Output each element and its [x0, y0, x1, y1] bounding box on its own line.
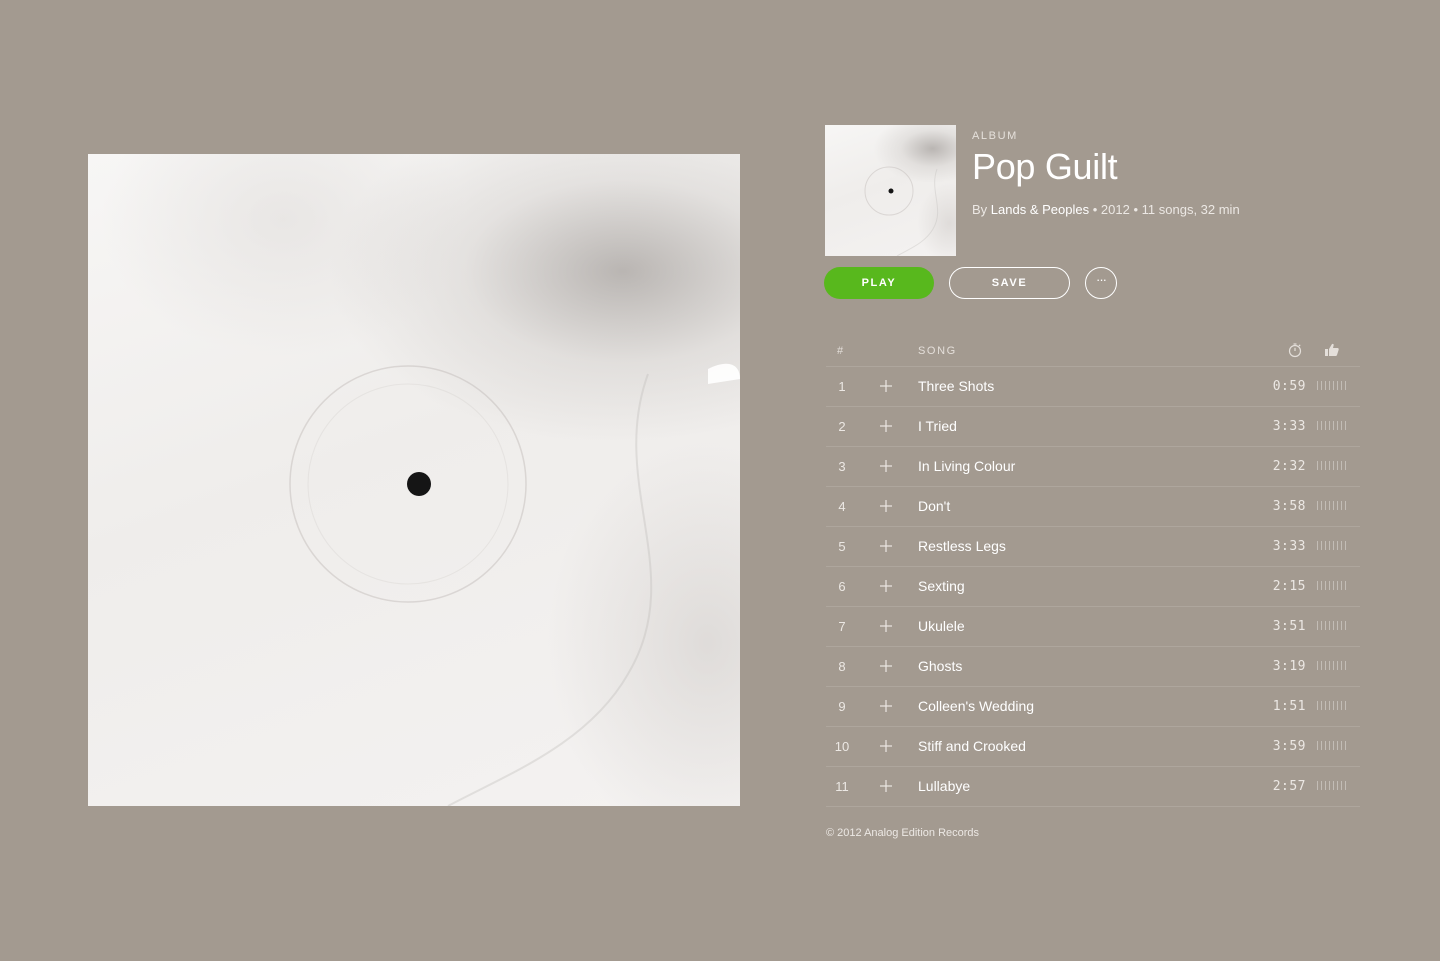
track-row[interactable]: 3 In Living Colour 2:32 — [826, 447, 1360, 487]
add-to-playlist-icon[interactable] — [876, 536, 896, 556]
track-title[interactable]: Ghosts — [918, 658, 962, 674]
album-summary: 11 songs, 32 min — [1141, 202, 1240, 217]
track-row[interactable]: 7 Ukulele 3:51 — [826, 607, 1360, 647]
popularity-meter — [1317, 781, 1346, 790]
track-row[interactable]: 1 Three Shots 0:59 — [826, 367, 1360, 407]
track-row[interactable]: 6 Sexting 2:15 — [826, 567, 1360, 607]
track-title[interactable]: Don't — [918, 498, 950, 514]
save-button[interactable]: SAVE — [949, 267, 1070, 299]
add-to-playlist-icon[interactable] — [876, 456, 896, 476]
track-duration: 3:59 — [1272, 739, 1306, 754]
track-duration: 3:33 — [1272, 419, 1306, 434]
track-row[interactable]: 5 Restless Legs 3:33 — [826, 527, 1360, 567]
track-duration: 2:57 — [1272, 779, 1306, 794]
album-title: Pop Guilt — [972, 146, 1118, 187]
track-title[interactable]: I Tried — [918, 418, 957, 434]
popularity-meter — [1317, 421, 1346, 430]
track-duration: 3:51 — [1272, 619, 1306, 634]
meta-separator: • — [1133, 202, 1139, 217]
track-number: 11 — [835, 779, 849, 794]
release-year: 2012 — [1100, 202, 1130, 217]
album-cover-large — [88, 154, 740, 806]
track-number: 8 — [838, 659, 846, 674]
track-number: 9 — [838, 699, 846, 714]
track-number: 3 — [838, 459, 846, 474]
more-options-button[interactable]: ··· — [1085, 267, 1117, 299]
track-number: 6 — [838, 579, 846, 594]
track-row[interactable]: 8 Ghosts 3:19 — [826, 647, 1360, 687]
vinyl-artwork-thumbnail — [864, 166, 939, 256]
popularity-meter — [1317, 741, 1346, 750]
track-duration: 3:33 — [1272, 539, 1306, 554]
track-title[interactable]: Three Shots — [918, 378, 994, 394]
vinyl-artwork — [289, 363, 740, 806]
track-duration: 1:51 — [1272, 699, 1306, 714]
popularity-meter — [1317, 581, 1346, 590]
track-row[interactable]: 9 Colleen's Wedding 1:51 — [826, 687, 1360, 727]
track-number: 1 — [838, 379, 846, 394]
album-meta: By Lands & Peoples • 2012 • 11 songs, 32… — [972, 202, 1240, 217]
add-to-playlist-icon[interactable] — [876, 736, 896, 756]
track-duration: 3:19 — [1272, 659, 1306, 674]
copyright-notice: © 2012 Analog Edition Records — [826, 827, 980, 839]
album-type-label: ALBUM — [972, 130, 1018, 142]
add-to-playlist-icon[interactable] — [876, 576, 896, 596]
track-title[interactable]: Colleen's Wedding — [918, 698, 1034, 714]
header-song: SONG — [918, 345, 957, 357]
track-row[interactable]: 10 Stiff and Crooked 3:59 — [826, 727, 1360, 767]
track-title[interactable]: Lullabye — [918, 778, 970, 794]
header-number: # — [837, 345, 845, 357]
stopwatch-icon — [1288, 343, 1302, 358]
track-duration: 3:58 — [1272, 499, 1306, 514]
artist-link[interactable]: Lands & Peoples — [991, 202, 1089, 217]
track-duration: 2:15 — [1272, 579, 1306, 594]
popularity-meter — [1317, 381, 1346, 390]
meta-separator: • — [1092, 202, 1098, 217]
popularity-meter — [1317, 541, 1346, 550]
thumbs-up-icon — [1325, 343, 1339, 356]
play-button[interactable]: PLAY — [824, 267, 934, 299]
track-list: # SONG 1 Three Shots 0:59 2 I Tried 3:33 3 In L… — [826, 336, 1360, 807]
track-number: 10 — [834, 739, 850, 754]
track-number: 4 — [838, 499, 846, 514]
track-duration: 2:32 — [1272, 459, 1306, 474]
track-list-header: # SONG — [826, 336, 1360, 367]
track-title[interactable]: In Living Colour — [918, 458, 1015, 474]
track-title[interactable]: Ukulele — [918, 618, 965, 634]
track-row[interactable]: 2 I Tried 3:33 — [826, 407, 1360, 447]
track-row[interactable]: 11 Lullabye 2:57 — [826, 767, 1360, 807]
track-row[interactable]: 4 Don't 3:58 — [826, 487, 1360, 527]
popularity-meter — [1317, 661, 1346, 670]
popularity-meter — [1317, 701, 1346, 710]
popularity-meter — [1317, 461, 1346, 470]
track-number: 7 — [838, 619, 846, 634]
add-to-playlist-icon[interactable] — [876, 616, 896, 636]
add-to-playlist-icon[interactable] — [876, 656, 896, 676]
album-cover-thumbnail — [825, 125, 956, 256]
popularity-meter — [1317, 501, 1346, 510]
by-label: By — [972, 202, 988, 217]
track-duration: 0:59 — [1272, 379, 1306, 394]
track-number: 2 — [838, 419, 846, 434]
add-to-playlist-icon[interactable] — [876, 496, 896, 516]
popularity-meter — [1317, 621, 1346, 630]
add-to-playlist-icon[interactable] — [876, 376, 896, 396]
add-to-playlist-icon[interactable] — [876, 416, 896, 436]
track-title[interactable]: Stiff and Crooked — [918, 738, 1026, 754]
track-number: 5 — [838, 539, 846, 554]
track-title[interactable]: Sexting — [918, 578, 965, 594]
add-to-playlist-icon[interactable] — [876, 696, 896, 716]
add-to-playlist-icon[interactable] — [876, 776, 896, 796]
track-title[interactable]: Restless Legs — [918, 538, 1006, 554]
